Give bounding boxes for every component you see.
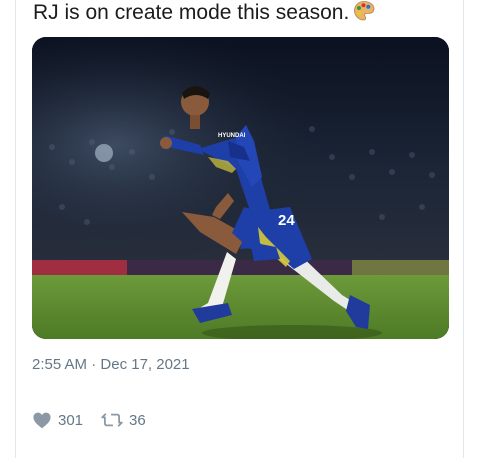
tweet-date: Dec 17, 2021 [100,356,190,373]
retweet-icon [101,413,123,427]
tweet-photo[interactable]: HYUNDAI 24 [32,37,449,339]
retweet-count: 36 [129,411,146,429]
like-count: 301 [58,411,84,429]
tweet-text: RJ is on create mode this season. [33,0,375,26]
tweet-actions: 301 36 [32,410,164,430]
jersey-number-text: 24 [278,212,295,229]
kit-sponsor-text: HYUNDAI [218,133,246,139]
tweet-timestamp[interactable]: 2:55 AM · Dec 17, 2021 [32,355,190,375]
artist-palette-icon [353,0,375,22]
tweet-time: 2:55 AM [32,356,88,373]
like-button[interactable]: 301 [32,411,83,429]
retweet-button[interactable]: 36 [101,412,146,429]
timestamp-separator: · [87,356,101,373]
tweet-body: RJ is on create mode this season. [33,1,350,24]
heart-icon [33,412,51,429]
